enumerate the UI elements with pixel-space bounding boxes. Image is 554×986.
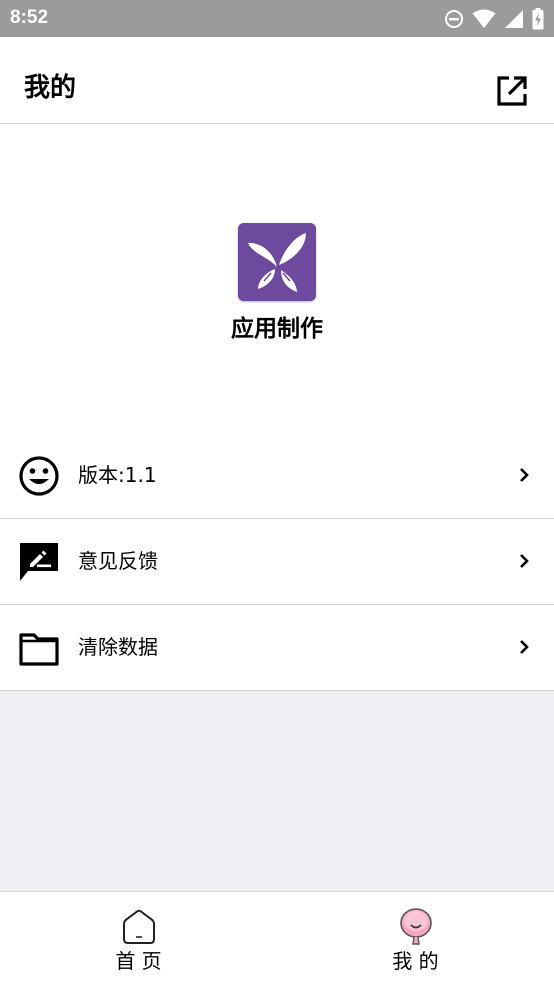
do-not-disturb-icon xyxy=(444,9,464,29)
menu-item-label: 清除数据 xyxy=(78,635,158,659)
bottom-nav: 首 页 我 的 xyxy=(0,891,554,986)
nav-item-mine[interactable]: 我 的 xyxy=(277,892,554,986)
app-name: 应用制作 xyxy=(231,316,323,342)
leaf-logo-icon xyxy=(238,223,316,301)
menu-item-clear-data[interactable]: 清除数据 xyxy=(0,605,554,691)
feedback-edit-icon xyxy=(18,541,60,583)
cell-signal-icon xyxy=(504,9,524,29)
status-icons xyxy=(444,8,544,30)
menu-item-label: 版本:1.1 xyxy=(78,463,157,487)
content-background xyxy=(0,691,554,891)
nav-item-home[interactable]: 首 页 xyxy=(0,892,277,986)
wifi-icon xyxy=(472,9,496,29)
menu-item-feedback[interactable]: 意见反馈 xyxy=(0,519,554,605)
profile-area: 应用制作 xyxy=(0,124,554,433)
app-logo xyxy=(238,223,316,301)
nav-label-home: 首 页 xyxy=(115,949,162,973)
status-bar: 8:52 xyxy=(0,0,554,37)
home-icon xyxy=(120,908,158,946)
chevron-right-icon xyxy=(518,638,532,656)
app-header: 我的 xyxy=(0,37,554,124)
chevron-right-icon xyxy=(518,466,532,484)
profile-balloon-icon xyxy=(397,908,435,946)
nav-label-mine: 我 的 xyxy=(392,949,439,973)
battery-charging-icon xyxy=(532,8,544,30)
menu-list: 版本:1.1 意见反馈 清除数据 xyxy=(0,433,554,691)
open-in-new-icon[interactable] xyxy=(496,75,528,107)
folder-icon xyxy=(18,627,60,669)
chevron-right-icon xyxy=(518,552,532,570)
menu-item-version[interactable]: 版本:1.1 xyxy=(0,433,554,519)
status-time: 8:52 xyxy=(10,7,49,28)
menu-item-label: 意见反馈 xyxy=(78,549,158,573)
page-title: 我的 xyxy=(24,73,77,103)
smiley-face-icon xyxy=(18,455,60,497)
